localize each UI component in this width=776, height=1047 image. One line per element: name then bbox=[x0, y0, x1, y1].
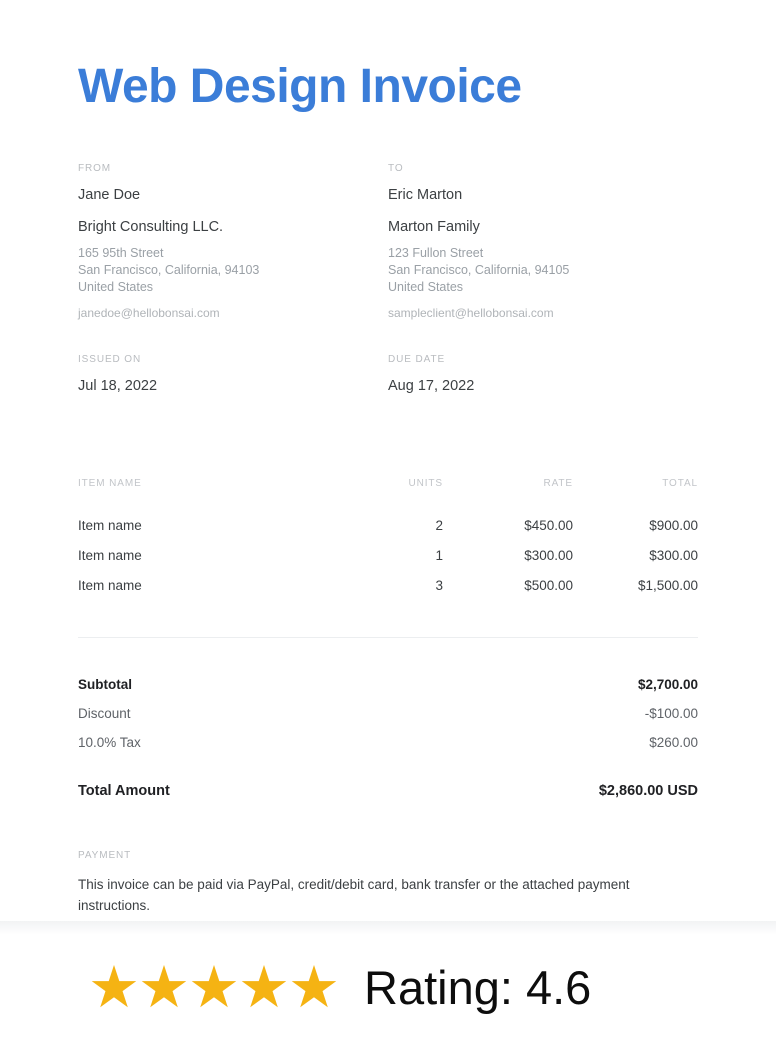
due-date-block: DUE DATE Aug 17, 2022 bbox=[388, 354, 688, 394]
from-address-line2: San Francisco, California, 94103 bbox=[78, 263, 260, 277]
invoice-card: Web Design Invoice FROM Jane Doe Bright … bbox=[0, 0, 776, 930]
table-row: Item name 2 $450.00 $900.00 bbox=[78, 511, 698, 541]
discount-value: -$100.00 bbox=[644, 706, 698, 721]
star-icon: ★ bbox=[238, 955, 290, 1020]
from-address-line1: 165 95th Street bbox=[78, 246, 164, 260]
table-header-row: ITEM NAME UNITS RATE TOTAL bbox=[78, 478, 698, 511]
parties-section: FROM Jane Doe Bright Consulting LLC. 165… bbox=[78, 163, 698, 320]
totals-section: Subtotal $2,700.00 Discount -$100.00 10.… bbox=[78, 670, 698, 806]
footer-separator bbox=[0, 921, 776, 935]
total-amount-value: $2,860.00 USD bbox=[598, 783, 698, 799]
to-address-line1: 123 Fullon Street bbox=[388, 246, 484, 260]
total-amount-label: Total Amount bbox=[78, 783, 170, 799]
to-company: Marton Family bbox=[388, 219, 480, 235]
cell-units: 2 bbox=[435, 518, 443, 533]
cell-rate: $500.00 bbox=[524, 578, 573, 593]
subtotal-label: Subtotal bbox=[78, 677, 132, 692]
issued-on-block: ISSUED ON Jul 18, 2022 bbox=[78, 354, 388, 394]
rating-bar: ★ ★ ★ ★ ★ Rating: 4.6 bbox=[0, 948, 776, 1028]
cell-total: $300.00 bbox=[649, 548, 698, 563]
header-item-name: ITEM NAME bbox=[78, 478, 142, 489]
payment-label: PAYMENT bbox=[78, 850, 132, 861]
page-title: Web Design Invoice bbox=[78, 60, 522, 113]
from-address: 165 95th Street San Francisco, Californi… bbox=[78, 245, 388, 296]
header-units: UNITS bbox=[408, 478, 443, 489]
header-total: TOTAL bbox=[662, 478, 698, 489]
tax-value: $260.00 bbox=[649, 735, 698, 750]
to-label: TO bbox=[388, 163, 404, 174]
line-items-table: ITEM NAME UNITS RATE TOTAL Item name 2 $… bbox=[78, 478, 698, 601]
discount-label: Discount bbox=[78, 706, 131, 721]
cell-item-name: Item name bbox=[78, 578, 142, 593]
subtotal-row: Subtotal $2,700.00 bbox=[78, 670, 698, 699]
invoice-page: Web Design Invoice FROM Jane Doe Bright … bbox=[0, 0, 776, 1047]
from-company: Bright Consulting LLC. bbox=[78, 219, 224, 235]
to-address-line2: San Francisco, California, 94105 bbox=[388, 263, 570, 277]
issued-on-label: ISSUED ON bbox=[78, 354, 142, 365]
total-amount-row: Total Amount $2,860.00 USD bbox=[78, 757, 698, 806]
header-rate: RATE bbox=[543, 478, 573, 489]
payment-section: PAYMENT This invoice can be paid via Pay… bbox=[78, 850, 698, 916]
to-email[interactable]: sampleclient@hellobonsai.com bbox=[388, 306, 688, 320]
star-icon: ★ bbox=[188, 955, 240, 1020]
due-date-value: Aug 17, 2022 bbox=[388, 378, 475, 394]
dates-section: ISSUED ON Jul 18, 2022 DUE DATE Aug 17, … bbox=[78, 354, 698, 394]
star-icon: ★ bbox=[138, 955, 190, 1020]
cell-item-name: Item name bbox=[78, 548, 142, 563]
star-rating: ★ ★ ★ ★ ★ bbox=[88, 955, 340, 1020]
star-icon: ★ bbox=[88, 955, 140, 1020]
from-block: FROM Jane Doe Bright Consulting LLC. 165… bbox=[78, 163, 388, 320]
totals-divider bbox=[78, 637, 698, 638]
to-address: 123 Fullon Street San Francisco, Califor… bbox=[388, 245, 688, 296]
to-address-line3: United States bbox=[388, 280, 464, 294]
rating-text: Rating: 4.6 bbox=[364, 961, 592, 1014]
star-icon: ★ bbox=[288, 955, 340, 1020]
issued-on-value: Jul 18, 2022 bbox=[78, 378, 158, 394]
cell-total: $1,500.00 bbox=[637, 578, 698, 593]
cell-rate: $450.00 bbox=[524, 518, 573, 533]
cell-rate: $300.00 bbox=[524, 548, 573, 563]
from-label: FROM bbox=[78, 163, 112, 174]
table-row: Item name 1 $300.00 $300.00 bbox=[78, 541, 698, 571]
from-person: Jane Doe bbox=[78, 187, 141, 203]
cell-units: 1 bbox=[435, 548, 443, 563]
discount-row: Discount -$100.00 bbox=[78, 699, 698, 728]
to-person: Eric Marton bbox=[388, 187, 463, 203]
tax-label: 10.0% Tax bbox=[78, 735, 141, 750]
cell-units: 3 bbox=[435, 578, 443, 593]
from-address-line3: United States bbox=[78, 280, 154, 294]
table-row: Item name 3 $500.00 $1,500.00 bbox=[78, 571, 698, 601]
due-date-label: DUE DATE bbox=[388, 354, 446, 365]
tax-row: 10.0% Tax $260.00 bbox=[78, 728, 698, 757]
to-block: TO Eric Marton Marton Family 123 Fullon … bbox=[388, 163, 688, 320]
subtotal-value: $2,700.00 bbox=[637, 677, 698, 692]
from-email[interactable]: janedoe@hellobonsai.com bbox=[78, 306, 388, 320]
cell-total: $900.00 bbox=[649, 518, 698, 533]
cell-item-name: Item name bbox=[78, 518, 142, 533]
payment-text: This invoice can be paid via PayPal, cre… bbox=[78, 877, 630, 913]
